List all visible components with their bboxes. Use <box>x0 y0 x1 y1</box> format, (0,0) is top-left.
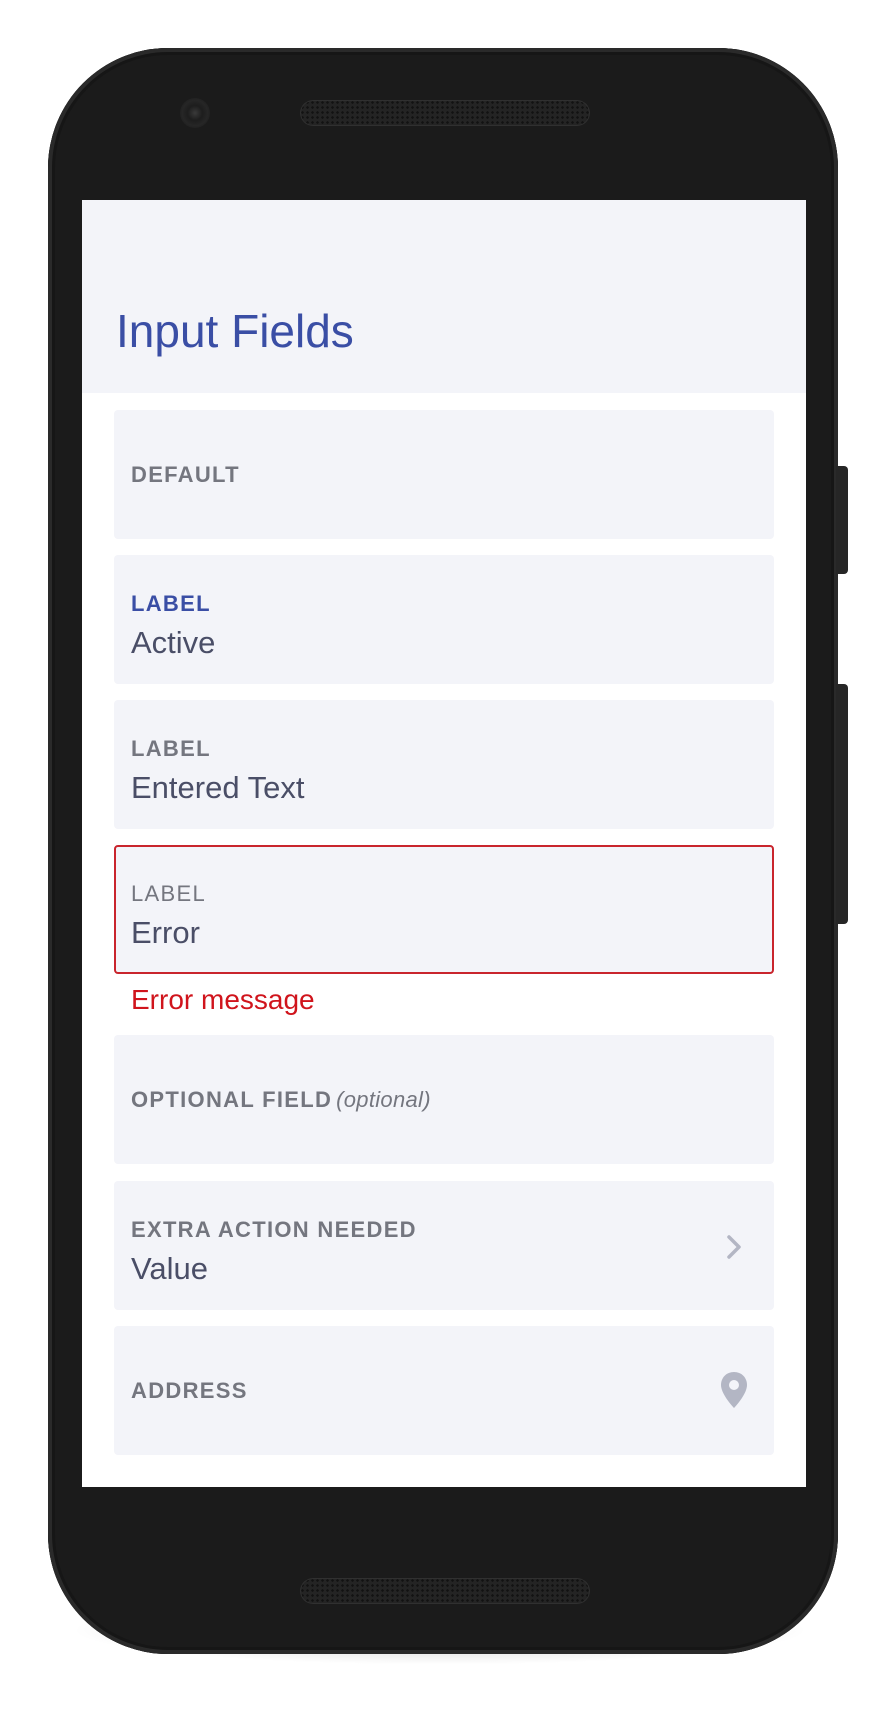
field-label: EXTRA ACTION NEEDED <box>131 1217 417 1242</box>
field-label: LABEL <box>131 881 206 906</box>
error-message: Error message <box>131 984 315 1015</box>
optional-field[interactable]: OPTIONAL FIELD (optional) <box>114 1035 774 1164</box>
extra-action-field[interactable]: EXTRA ACTION NEEDED Value <box>114 1181 774 1310</box>
field-value: Error <box>131 915 200 950</box>
app-header: Input Fields <box>82 200 806 393</box>
optional-hint: (optional) <box>336 1087 431 1112</box>
field-value: Value <box>131 1251 208 1286</box>
app-screen: Input Fields DEFAULT LABEL Active LABEL … <box>82 200 806 1487</box>
front-camera <box>180 98 210 128</box>
field-label: ADDRESS <box>131 1378 248 1403</box>
entered-text-field[interactable]: LABEL Entered Text <box>114 700 774 829</box>
field-label: LABEL <box>131 591 211 616</box>
active-field[interactable]: LABEL Active <box>114 555 774 684</box>
field-label: OPTIONAL FIELD (optional) <box>131 1089 431 1111</box>
location-pin-icon[interactable] <box>716 1370 752 1410</box>
field-label-text: OPTIONAL FIELD <box>131 1087 333 1112</box>
page-title: Input Fields <box>116 305 354 357</box>
field-label: DEFAULT <box>131 462 240 487</box>
address-field[interactable]: ADDRESS <box>114 1326 774 1455</box>
field-value: Entered Text <box>131 770 305 805</box>
error-field[interactable]: LABEL Error <box>114 845 774 974</box>
top-speaker <box>300 100 590 126</box>
default-field[interactable]: DEFAULT <box>114 410 774 539</box>
bottom-speaker <box>300 1578 590 1604</box>
chevron-right-icon[interactable] <box>716 1227 752 1267</box>
field-value: Active <box>131 625 216 660</box>
field-label: LABEL <box>131 736 211 761</box>
power-button <box>836 466 848 574</box>
volume-button <box>836 684 848 924</box>
